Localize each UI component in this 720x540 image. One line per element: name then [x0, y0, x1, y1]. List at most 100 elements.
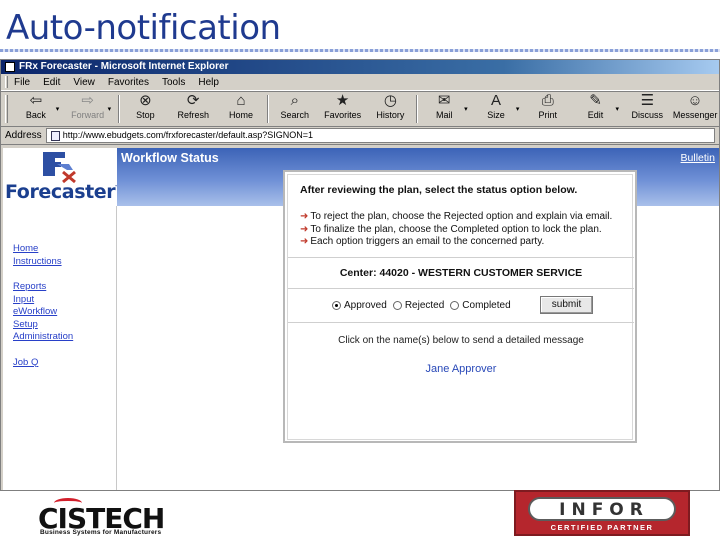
toolbar-home-button[interactable]: ⌂ Home: [217, 92, 265, 126]
toolbar-button-label: Refresh: [177, 110, 209, 120]
cistech-logo: CISTECH Business Systems for Manufacture…: [36, 498, 200, 540]
toolbar-favorites-button[interactable]: ★ Favorites: [319, 92, 367, 126]
toolbar-button-label: History: [376, 110, 405, 120]
toolbar-stop-button[interactable]: ⊗ Stop: [122, 92, 170, 126]
infor-wordmark: INFOR: [559, 500, 649, 520]
toolbar-size-button[interactable]: A Size: [472, 92, 520, 126]
workflow-status-panel: After reviewing the plan, select the sta…: [283, 170, 637, 443]
home-icon: ⌂: [236, 92, 246, 109]
nav-home[interactable]: Home: [13, 243, 73, 256]
dropdown-arrow-icon[interactable]: ▾: [464, 105, 472, 113]
submit-button[interactable]: submit: [540, 296, 593, 314]
refresh-icon: ⟳: [186, 92, 200, 109]
discuss-icon: ☰: [640, 92, 655, 109]
dropdown-arrow-icon[interactable]: ▾: [615, 105, 623, 113]
stop-icon: ⊗: [139, 92, 152, 109]
toolbar-print-button[interactable]: ⎙ Print: [524, 92, 572, 126]
arrow-icon: ➜: [300, 223, 309, 235]
instruction-item: ➜ To finalize the plan, choose the Comple…: [300, 223, 602, 235]
nav-eworkflow[interactable]: eWorkflow: [13, 306, 73, 319]
menu-view[interactable]: View: [73, 77, 95, 88]
left-nav-pane: ForecasterTM Home Instructions Reports I…: [3, 148, 125, 490]
logo-wordmark: ForecasterTM: [5, 181, 125, 203]
instruction-list: ➜ To reject the plan, choose the Rejected…: [300, 211, 612, 249]
instruction-item: ➜ To reject the plan, choose the Rejected…: [300, 211, 613, 222]
toolbar-button-label: Forward: [71, 110, 105, 120]
history-icon: ◷: [383, 92, 397, 109]
nav-jobq[interactable]: Job Q: [13, 357, 73, 370]
slide-title: Auto-notification: [6, 8, 281, 48]
toolbar-button-label: Stop: [136, 110, 155, 120]
radio-button[interactable]: [392, 301, 402, 310]
title-rule: [0, 49, 720, 52]
radio-button-selected[interactable]: [332, 301, 341, 310]
toolbar-messenger-button[interactable]: ☺ Messenger: [671, 92, 719, 126]
cistech-tagline: Business Systems for Manufacturers: [40, 529, 162, 536]
forecaster-logo: ForecasterTM: [3, 148, 125, 206]
radio-button[interactable]: [450, 301, 460, 310]
forward-arrow-icon: ⇨: [81, 92, 94, 109]
toolbar-separator: [266, 95, 269, 123]
text-size-icon: A: [490, 92, 501, 109]
toolbar-button-label: Back: [25, 110, 46, 120]
divider: [288, 288, 634, 289]
toolbar-edit-button[interactable]: ✎ Edit: [572, 92, 620, 126]
menu-bar: File Edit View Favorites Tools Help: [1, 74, 719, 91]
toolbar-separator: [416, 95, 419, 123]
toolbar-discuss-button[interactable]: ☰ Discuss: [623, 92, 671, 126]
address-input[interactable]: http://www.ebudgets.com/frxforecaster/de…: [45, 128, 715, 143]
nav-administration[interactable]: Administration: [13, 331, 73, 344]
toolbar-mail-button[interactable]: ✉ Mail: [420, 92, 468, 126]
back-arrow-icon: ⇦: [29, 92, 43, 109]
panel-heading: After reviewing the plan, select the sta…: [300, 184, 578, 196]
toolbar-button-label: Size: [487, 110, 505, 120]
infor-certified-badge: INFOR CERTIFIED PARTNER: [514, 490, 690, 536]
bulletin-link[interactable]: Bulletin: [681, 152, 715, 164]
toolbar-history-button[interactable]: ◷ History: [367, 92, 415, 126]
radio-completed[interactable]: Completed: [450, 300, 511, 311]
menu-file[interactable]: File: [14, 77, 30, 88]
toolbar-forward-button[interactable]: ⇨ Forward: [64, 92, 112, 126]
toolbar-back-button[interactable]: ⇦ Back: [12, 92, 60, 126]
browser-titlebar: FRx Forecaster - Microsoft Internet Expl…: [1, 60, 719, 74]
toolbar-refresh-button[interactable]: ⟳ Refresh: [169, 92, 217, 126]
toolbar-button-label: Favorites: [324, 110, 362, 120]
address-label: Address: [5, 130, 42, 141]
slide: Auto-notification FRx Forecaster - Micro…: [0, 0, 720, 540]
status-options: Approved Rejected Completed: [332, 300, 517, 311]
window-title: FRx Forecaster - Microsoft Internet Expl…: [19, 61, 229, 72]
page-icon: [50, 130, 60, 141]
recipient-link[interactable]: Jane Approver: [288, 363, 634, 375]
nav-instructions[interactable]: Instructions: [13, 256, 73, 269]
favorites-icon: ★: [335, 92, 350, 109]
dropdown-arrow-icon[interactable]: ▾: [108, 105, 116, 113]
messenger-icon: ☺: [687, 92, 703, 109]
menu-edit[interactable]: Edit: [43, 77, 60, 88]
radio-approved[interactable]: Approved: [332, 300, 387, 311]
toolbar-button-label: Edit: [587, 110, 604, 120]
dropdown-arrow-icon[interactable]: ▾: [516, 105, 524, 113]
radio-rejected[interactable]: Rejected: [392, 300, 444, 311]
dropdown-arrow-icon[interactable]: ▾: [56, 105, 64, 113]
panel-inner: After reviewing the plan, select the sta…: [287, 174, 634, 440]
toolbar-separator: [117, 95, 120, 123]
menu-tools[interactable]: Tools: [162, 77, 185, 88]
banner-title: Workflow Status: [121, 151, 219, 165]
toolbar-button-label: Discuss: [631, 110, 664, 120]
infor-logo-pill: INFOR: [528, 497, 676, 521]
toolbar-button-label: Messenger: [672, 110, 718, 120]
mail-icon: ✉: [437, 92, 451, 109]
search-icon: ⌕: [290, 92, 300, 109]
toolbar-button-label: Mail: [435, 110, 453, 120]
menu-favorites[interactable]: Favorites: [108, 77, 149, 88]
certified-partner-label: CERTIFIED PARTNER: [550, 523, 654, 532]
toolbar-grip: [5, 95, 8, 123]
toolbar-search-button[interactable]: ⌕ Search: [271, 92, 319, 126]
browser-toolbar: ⇦ Back ▾ ⇨ Forward ▾ ⊗ Stop ⟳ Refresh ⌂ Home ⌕ Search…: [1, 91, 719, 127]
nav-setup[interactable]: Setup: [13, 319, 73, 332]
menu-help[interactable]: Help: [198, 77, 219, 88]
divider: [288, 322, 634, 323]
frx-logo-icon: [43, 152, 76, 184]
nav-reports[interactable]: Reports: [13, 281, 73, 294]
nav-input[interactable]: Input: [13, 294, 73, 307]
